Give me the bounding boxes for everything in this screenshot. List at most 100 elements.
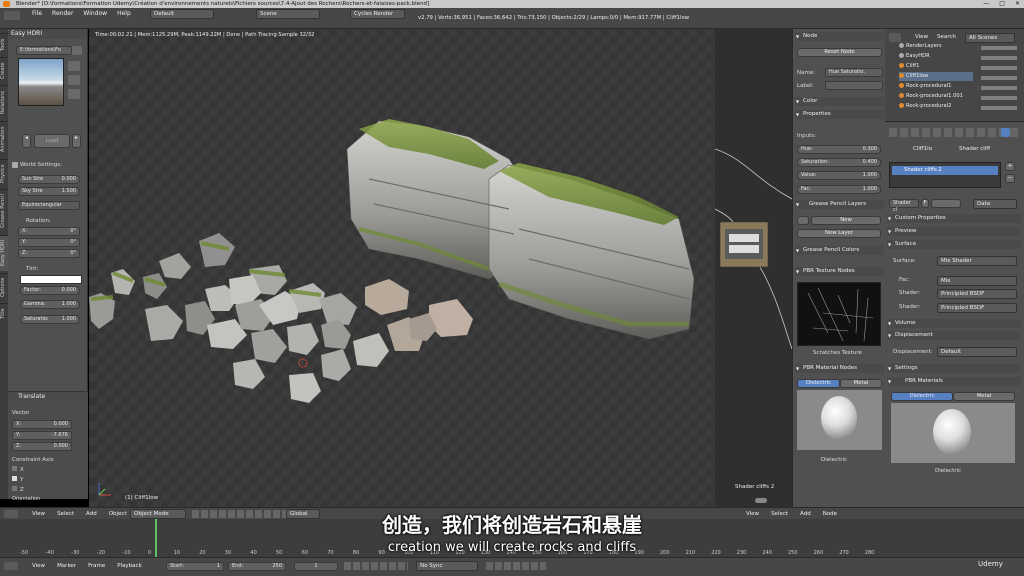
projection-dropdown[interactable]: Equirectangular xyxy=(18,201,80,210)
node-dielectric-tab[interactable]: Dielectric xyxy=(797,379,840,388)
outliner-editor-icon[interactable] xyxy=(889,33,901,42)
remove-slot-button[interactable]: − xyxy=(1005,174,1015,183)
hdri-path-field[interactable]: E:\formations\Fo xyxy=(16,46,72,55)
node-metal-tab[interactable]: Metal xyxy=(840,379,882,388)
tab-easy-hdri[interactable]: Easy HDRI xyxy=(0,235,8,271)
folder-icon[interactable] xyxy=(72,46,82,55)
timeline-editor-icon[interactable] xyxy=(4,562,18,570)
visibility-toggles-icon[interactable] xyxy=(981,43,1017,113)
material-preview[interactable] xyxy=(891,403,1015,463)
pbr-material-nodes-section[interactable]: PBR Material Nodes xyxy=(795,364,884,373)
next-hdri-button[interactable]: ▸ xyxy=(72,134,81,148)
grease-pencil-layers-section[interactable]: Grease Pencil Layers xyxy=(795,200,884,209)
keying-icons[interactable] xyxy=(486,562,546,570)
outliner-search-menu[interactable]: Search xyxy=(937,34,956,40)
gamma-field[interactable]: Gamma: 1.000 xyxy=(20,300,80,309)
translate-y-field[interactable]: Y: -7.676 xyxy=(12,431,72,440)
render-engine-selector[interactable]: Cycles Render xyxy=(350,9,405,19)
sun-strength-field[interactable]: Sun Stre 0.000 xyxy=(18,175,80,184)
fac-dropdown[interactable]: Mix xyxy=(937,276,1017,286)
fake-user-button[interactable]: F xyxy=(921,199,929,208)
saturation-field[interactable]: Saturatio: 1.000 xyxy=(20,315,80,324)
outliner-display-mode[interactable]: All Scenes xyxy=(965,33,1015,43)
node-label-field[interactable] xyxy=(825,81,883,90)
shader1-dropdown[interactable]: Principled BSDF xyxy=(937,289,1017,299)
layout-selector[interactable]: Default xyxy=(150,9,214,19)
3d-viewport[interactable] xyxy=(89,29,715,507)
tab-physics[interactable]: Physics xyxy=(0,159,8,187)
sky-strength-field[interactable]: Sky Stre 1.500 xyxy=(18,187,80,196)
color-section[interactable]: Color xyxy=(795,97,884,106)
tab-relations[interactable]: Relations xyxy=(0,85,8,119)
material-slots-list[interactable]: Shader cliffs.2 xyxy=(889,162,1001,188)
menu-window[interactable]: Window xyxy=(83,10,107,17)
surface-shader-dropdown[interactable]: Mix Shader xyxy=(937,256,1017,266)
close-button[interactable]: ✕ xyxy=(1015,0,1020,8)
menu-file[interactable]: File xyxy=(32,10,42,17)
tl-menu-marker[interactable]: Marker xyxy=(57,563,76,569)
grease-new-button[interactable]: New xyxy=(811,216,881,225)
add-slot-button[interactable]: + xyxy=(1005,162,1015,171)
outliner-item[interactable]: Rock-procedural2 xyxy=(899,102,951,111)
menu-render[interactable]: Render xyxy=(52,10,73,17)
node-editor[interactable]: Shader cliffs 2 xyxy=(714,29,793,507)
settings-section[interactable]: Settings xyxy=(887,364,1021,373)
translate-x-field[interactable]: X: 0.000 xyxy=(12,420,72,429)
material-tab-icon[interactable] xyxy=(1001,128,1010,137)
outliner-view-menu[interactable]: View xyxy=(915,34,928,40)
load-button[interactable]: Load xyxy=(34,134,70,148)
node-material-preview[interactable] xyxy=(797,390,882,450)
translate-header[interactable]: Translate xyxy=(8,392,88,402)
start-frame-field[interactable]: Start: 1 xyxy=(166,562,224,571)
shader2-dropdown[interactable]: Principled BSDF xyxy=(937,303,1017,313)
tab-grease-pencil[interactable]: Grease Pencil xyxy=(0,189,8,233)
node-name-field[interactable]: Hue Saturatio. xyxy=(825,68,883,77)
pencil-icon[interactable] xyxy=(797,216,809,225)
link-data-dropdown[interactable]: Data xyxy=(973,199,1017,209)
new-layer-button[interactable]: New Layer xyxy=(797,229,881,238)
current-frame-field[interactable]: 1 xyxy=(294,562,338,571)
properties-section[interactable]: Properties xyxy=(795,110,884,119)
tab-title[interactable]: Title xyxy=(0,303,8,323)
material-actions[interactable] xyxy=(931,199,961,208)
previous-hdri-button[interactable]: ◂ xyxy=(22,134,31,148)
value-field[interactable]: Value: 1.000 xyxy=(797,171,881,180)
rotation-z-field[interactable]: Z: 0° xyxy=(18,249,80,258)
metal-tab[interactable]: Metal xyxy=(953,392,1015,401)
factor-field[interactable]: Factor: 0.000 xyxy=(20,286,80,295)
tl-menu-frame[interactable]: Frame xyxy=(88,563,105,569)
minimize-button[interactable]: — xyxy=(983,0,989,8)
axis-y-checkbox[interactable]: Y xyxy=(12,476,23,483)
properties-context-tabs[interactable] xyxy=(889,128,1019,137)
scene-selector[interactable]: Scene xyxy=(256,9,320,19)
editor-type-icon[interactable] xyxy=(4,11,20,20)
outliner-item[interactable]: Cliff1 xyxy=(899,62,919,71)
tab-tools[interactable]: Tools xyxy=(0,33,8,55)
displacement-dropdown[interactable]: Default xyxy=(937,347,1017,357)
dielectric-tab[interactable]: Dielectric xyxy=(891,392,953,401)
grease-pencil-colors-section[interactable]: Grease Pencil Colors xyxy=(795,246,884,255)
preview-section[interactable]: Preview xyxy=(887,227,1021,236)
node-fac-field[interactable]: Fac: 1.000 xyxy=(797,185,881,194)
node-scrollbar[interactable] xyxy=(755,498,767,503)
axis-z-checkbox[interactable]: Z xyxy=(12,486,24,493)
sync-dropdown[interactable]: No Sync xyxy=(416,561,478,571)
outliner-item[interactable]: RenderLayers xyxy=(899,42,942,51)
material-slot-item[interactable]: Shader cliffs.2 xyxy=(892,166,998,175)
tl-menu-playback[interactable]: Playback xyxy=(117,563,142,569)
pbr-materials-section[interactable]: PBR Materials xyxy=(887,377,1021,386)
axis-x-checkbox[interactable]: X xyxy=(12,466,24,473)
easy-hdri-header[interactable]: Easy HDRI xyxy=(8,29,87,39)
reset-node-button[interactable]: Reset Node xyxy=(797,48,882,57)
tab-create[interactable]: Create xyxy=(0,57,8,83)
tint-color-swatch[interactable] xyxy=(20,275,82,284)
hue-field[interactable]: Hue: 0.300 xyxy=(797,145,881,154)
image-icon[interactable] xyxy=(68,61,80,71)
rotation-x-field[interactable]: X: 0° xyxy=(18,227,80,236)
rotation-y-field[interactable]: Y: 0° xyxy=(18,238,80,247)
node-section[interactable]: Node xyxy=(795,32,884,41)
displacement-section[interactable]: Displacement xyxy=(887,331,1021,340)
refresh-icon[interactable] xyxy=(68,89,80,99)
tab-options[interactable]: Options xyxy=(0,273,8,301)
playback-controls-icon[interactable] xyxy=(344,562,408,570)
